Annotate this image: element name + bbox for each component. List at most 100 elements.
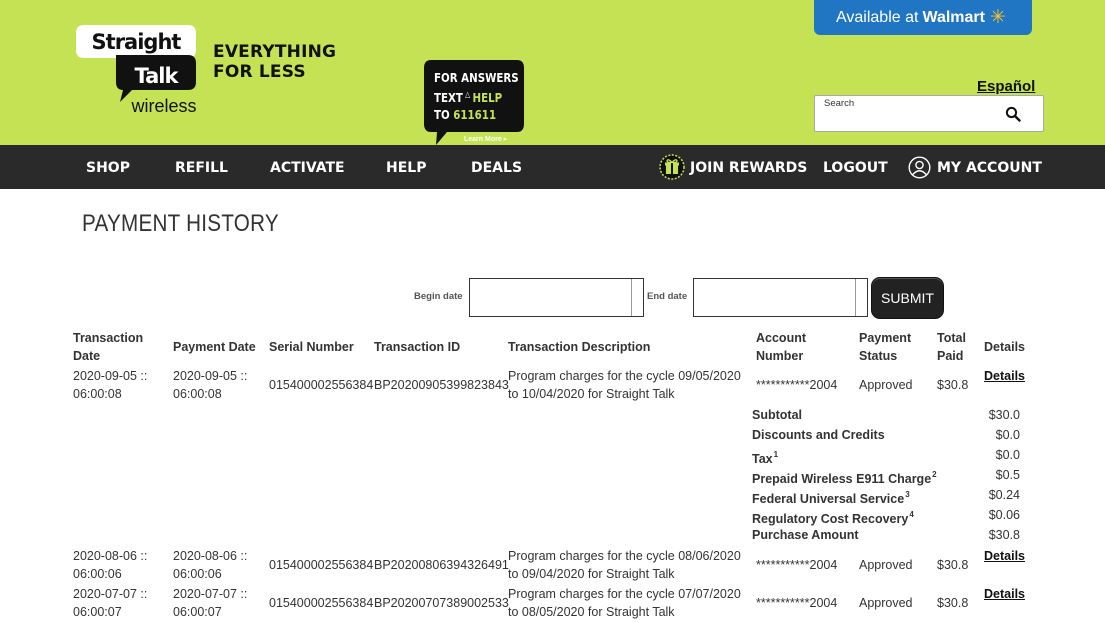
search-box[interactable]: Search <box>814 95 1044 132</box>
serial-number-cell: 015400002556384 <box>269 378 374 392</box>
payment-date-cell: 2020-08-06 :: 06:00:06 <box>173 547 247 583</box>
transaction-time: 06:00:06 <box>73 567 122 581</box>
learn-more-link[interactable]: Learn More ▸ <box>464 135 507 143</box>
summary-label-text: Discounts and Credits <box>752 428 885 442</box>
footnote-marker: 4 <box>909 510 914 519</box>
summary-label-e911: Prepaid Wireless E911 Charge2 <box>752 467 937 487</box>
account-number-cell: ***********2004 <box>756 596 838 610</box>
total-paid-cell: $30.8 <box>937 378 969 392</box>
total-paid-cell: $30.8 <box>937 596 969 610</box>
summary-label-text: Federal Universal Service <box>752 492 905 506</box>
status-cell: Approved <box>859 596 913 610</box>
nav-join-rewards[interactable]: JOIN REWARDS <box>690 160 807 176</box>
promo-line-2-text: TEXT <box>434 90 463 105</box>
summary-label-subtotal: Subtotal <box>752 407 802 423</box>
header-details: Details <box>984 340 1025 354</box>
nav-activate[interactable]: ACTIVATE <box>270 160 345 176</box>
payment-date-cell: 2020-09-05 :: 06:00:08 <box>173 367 247 403</box>
transaction-date-cell: 2020-07-07 :: 06:00:07 <box>73 585 147 621</box>
account-number-cell: ***********2004 <box>756 378 838 392</box>
summary-label-text: Purchase Amount <box>752 528 859 542</box>
logo-straight: Straight <box>92 30 182 54</box>
promo-text: FOR ANSWERS TEXT △ HELP TO 611611 <box>434 69 519 123</box>
text-help-promo[interactable]: FOR ANSWERS TEXT △ HELP TO 611611 Learn … <box>423 60 525 146</box>
summary-label-text: Subtotal <box>752 408 802 422</box>
header-transaction-date-line-1: Transaction <box>73 331 144 345</box>
serial-number-cell: 015400002556384 <box>269 558 374 572</box>
details-link[interactable]: Details <box>984 367 1025 385</box>
transaction-time: 06:00:08 <box>73 387 122 401</box>
transaction-time: 06:00:07 <box>73 605 122 619</box>
nav-help[interactable]: HELP <box>386 160 426 176</box>
summary-value-subtotal: $30.0 <box>988 408 1020 422</box>
summary-label-usf: Federal Universal Service3 <box>752 487 910 507</box>
header-transaction-date-line-2: Date <box>73 349 101 363</box>
end-date-label: End date <box>647 291 688 302</box>
summary-value-regulatory: $0.06 <box>988 508 1020 522</box>
nav-logout[interactable]: LOGOUT <box>823 160 888 176</box>
summary-value-discounts: $0.0 <box>995 428 1020 442</box>
description-line-2: to 09/04/2020 for Straight Talk <box>508 567 675 581</box>
transaction-id-cell: BP20200905399823843 <box>374 378 509 392</box>
summary-value-e911: $0.5 <box>995 468 1020 482</box>
search-input[interactable] <box>823 110 993 128</box>
summary-label-tax: Tax1 <box>752 447 778 467</box>
serial-number-cell: 015400002556384 <box>269 596 374 610</box>
submit-button[interactable]: SUBMIT <box>871 277 944 319</box>
description-line-2: to 10/04/2020 for Straight Talk <box>508 387 675 401</box>
search-label: Search <box>824 98 855 109</box>
user-icon <box>908 156 931 179</box>
nav-my-account[interactable]: MY ACCOUNT <box>937 160 1042 176</box>
header-account-number-line-2: Number <box>756 349 804 363</box>
transaction-date: 2020-09-05 :: <box>73 369 148 383</box>
header-payment-status-line-1: Payment <box>859 331 912 345</box>
payment-date-cell: 2020-07-07 :: 06:00:07 <box>173 585 247 621</box>
details-link[interactable]: Details <box>984 585 1025 603</box>
begin-date-input[interactable] <box>469 278 644 317</box>
header-total-paid-line-2: Paid <box>937 349 964 363</box>
main-nav: SHOP REFILL ACTIVATE HELP DEALS JOIN REW… <box>0 145 1105 189</box>
details-link[interactable]: Details <box>984 547 1025 565</box>
end-date-input[interactable] <box>693 278 868 317</box>
account-number-cell: ***********2004 <box>756 558 838 572</box>
header-transaction-id: Transaction ID <box>374 340 461 354</box>
tagline-line-2: FOR LESS <box>213 62 306 82</box>
tagline: EVERYTHING FOR LESS <box>213 42 336 82</box>
summary-label-text: Tax <box>752 452 773 466</box>
transaction-id-cell: BP20200806394326491 <box>374 558 509 572</box>
espanol-link[interactable]: Español <box>977 78 1035 95</box>
walmart-prefix: Available at <box>836 8 919 26</box>
transaction-date-cell: 2020-08-06 :: 06:00:06 <box>73 547 147 583</box>
straight-talk-logo[interactable]: Straight Talk wireless <box>76 22 201 116</box>
begin-date-picker-toggle[interactable] <box>631 279 643 316</box>
footnote-marker: 1 <box>773 450 779 459</box>
search-icon[interactable] <box>1005 106 1021 122</box>
nav-deals[interactable]: DEALS <box>471 160 522 176</box>
site-header: Straight Talk wireless EVERYTHING FOR LE… <box>0 0 1105 145</box>
summary-label-text: Regulatory Cost Recovery <box>752 512 909 526</box>
promo-line-3-to: TO <box>434 107 450 122</box>
footnote-marker: 3 <box>905 490 910 499</box>
description-line-1: Program charges for the cycle 08/06/2020 <box>508 549 741 563</box>
summary-label-regulatory: Regulatory Cost Recovery4 <box>752 507 914 527</box>
nav-refill[interactable]: REFILL <box>175 160 228 176</box>
header-payment-status-line-2: Status <box>859 349 898 363</box>
logo-wireless: wireless <box>130 96 196 116</box>
header-account-number-line-1: Account <box>756 331 806 345</box>
end-date-picker-toggle[interactable] <box>855 279 867 316</box>
payment-date: 2020-07-07 :: <box>173 587 248 601</box>
description-line-2: to 08/05/2020 for Straight Talk <box>508 605 675 619</box>
description-line-1: Program charges for the cycle 09/05/2020 <box>508 369 741 383</box>
payment-time: 06:00:08 <box>173 387 222 401</box>
footnote-marker: 2 <box>932 470 937 479</box>
transaction-date: 2020-07-07 :: <box>73 587 148 601</box>
total-paid-cell: $30.8 <box>937 558 969 572</box>
promo-help: HELP <box>472 90 503 105</box>
header-transaction-description: Transaction Description <box>508 340 651 354</box>
triangle-icon: △ <box>462 90 473 99</box>
logo-talk: Talk <box>135 64 180 88</box>
nav-shop[interactable]: SHOP <box>86 160 130 176</box>
available-at-walmart-banner[interactable]: Available at Walmart ✳ <box>814 0 1032 35</box>
transaction-date-cell: 2020-09-05 :: 06:00:08 <box>73 367 147 403</box>
transaction-id-cell: BP20200707389002533 <box>374 596 509 610</box>
